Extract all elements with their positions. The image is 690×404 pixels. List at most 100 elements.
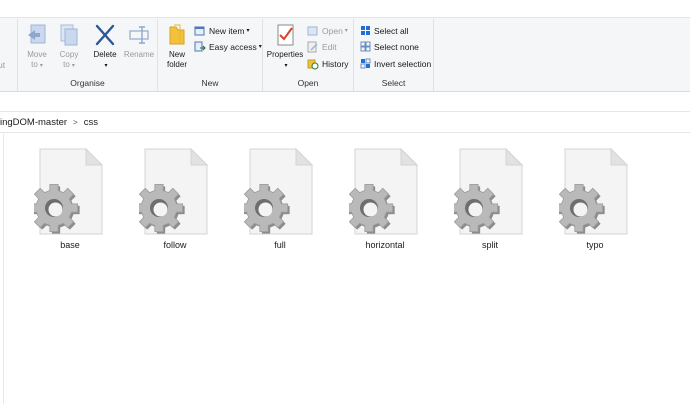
copy-to-button[interactable]: Copy to ▾ (54, 23, 84, 71)
ribbon-tabs-strip (0, 0, 690, 18)
new-folder-icon (169, 24, 185, 45)
page-fold (610, 148, 629, 166)
rename-button[interactable]: Rename (122, 23, 156, 60)
organise-group: Move to▾ Copy to▾ Delete ▾ Rename Orga (18, 19, 158, 91)
file-item[interactable]: follow (125, 148, 225, 258)
edit-label: Edit (322, 41, 337, 52)
copy-to-label-2: to (63, 60, 70, 69)
address-bar[interactable]: ingDOM-master > css (0, 111, 690, 133)
select-all-icon (361, 26, 370, 35)
file-name: base (60, 240, 80, 250)
gear-hole (573, 202, 588, 217)
new-folder-label-1: New (168, 50, 185, 59)
new-folder-button[interactable]: New folder (162, 23, 192, 70)
move-to-label-1: Move (27, 50, 47, 59)
breadcrumb-current[interactable]: css (81, 117, 101, 128)
css-file-icon (454, 148, 524, 235)
file-name: full (274, 240, 286, 250)
rename-icon (129, 26, 149, 44)
rename-label: Rename (123, 50, 155, 59)
edit-button[interactable]: Edit (307, 39, 337, 54)
chevron-down-icon: ▾ (258, 44, 262, 50)
gear-hole (153, 202, 168, 217)
page-fold (505, 148, 524, 166)
chevron-down-icon: ▾ (284, 63, 288, 69)
chevron-down-icon: ▾ (39, 63, 43, 69)
css-file-icon (34, 148, 104, 235)
new-group: New folder New item ▾ Easy access ▾ New (158, 19, 263, 91)
chevron-down-icon: ▾ (71, 63, 75, 69)
clipboard-group: ut (0, 19, 18, 91)
select-all-label: Select all (374, 25, 409, 36)
gear-hole (363, 202, 378, 217)
delete-label: Delete (93, 50, 117, 59)
easy-access-label: Easy access (209, 41, 257, 52)
file-item[interactable]: split (440, 148, 540, 258)
new-item-icon (194, 26, 205, 35)
chevron-right-icon[interactable]: > (70, 118, 81, 127)
delete-button[interactable]: Delete ▾ (88, 23, 122, 71)
page-fold (190, 148, 209, 166)
open-group-label: Open (297, 78, 319, 88)
select-none-button[interactable]: Select none (360, 39, 419, 54)
gear-hole (258, 202, 273, 217)
css-file-icon (349, 148, 419, 235)
file-item[interactable]: horizontal (335, 148, 435, 258)
history-icon (307, 59, 319, 69)
chevron-down-icon: ▾ (344, 28, 348, 34)
file-item[interactable]: full (230, 148, 330, 258)
new-item-button[interactable]: New item ▾ (194, 23, 249, 38)
file-name: typo (586, 240, 604, 250)
new-item-label: New item (209, 25, 245, 36)
page-fold (295, 148, 314, 166)
page-fold (400, 148, 419, 166)
easy-access-icon (194, 41, 206, 51)
move-to-icon (28, 24, 46, 44)
invert-selection-button[interactable]: Invert selection (360, 56, 431, 71)
select-none-label: Select none (374, 41, 419, 52)
css-file-icon (139, 148, 209, 235)
file-name: horizontal (365, 240, 405, 250)
open-button[interactable]: Open ▾ (307, 23, 348, 38)
move-to-button[interactable]: Move to ▾ (22, 23, 52, 71)
open-label: Open (322, 25, 343, 36)
gear-hole (468, 202, 483, 217)
edit-icon (307, 41, 318, 52)
move-to-label-2: to (31, 60, 38, 69)
gear-hole (48, 202, 63, 217)
select-all-button[interactable]: Select all (360, 23, 409, 38)
history-label: History (322, 58, 349, 69)
properties-label: Properties (266, 50, 304, 59)
open-group: Properties ▾ Open ▾ Edit History Open (263, 19, 354, 91)
invert-selection-icon (360, 58, 371, 69)
css-file-icon (559, 148, 629, 235)
breadcrumb-parent[interactable]: ingDOM-master (0, 117, 70, 128)
open-icon (307, 26, 318, 35)
page-fold (85, 148, 104, 166)
file-item[interactable]: typo (545, 148, 645, 258)
copy-to-label-1: Copy (59, 50, 79, 59)
css-file-icon (244, 148, 314, 235)
delete-icon (95, 24, 115, 46)
cut-label: ut (0, 59, 6, 70)
select-group: Select all Select none Invert selection … (354, 19, 434, 91)
file-item[interactable]: base (20, 148, 120, 258)
chevron-down-icon: ▾ (246, 28, 250, 34)
organise-group-label: Organise (70, 78, 105, 88)
new-group-label: New (201, 78, 219, 88)
select-group-label: Select (381, 78, 406, 88)
new-folder-label-2: folder (166, 60, 187, 69)
cut-button[interactable]: ut (0, 57, 5, 72)
invert-selection-label: Invert selection (374, 58, 432, 69)
file-view[interactable]: base follow full horizontal split typo (0, 134, 690, 404)
chevron-down-icon: ▾ (104, 63, 108, 69)
easy-access-button[interactable]: Easy access ▾ (194, 39, 262, 54)
properties-button[interactable]: Properties ▾ (265, 23, 305, 71)
ribbon: ut Move to ▾ Copy to ▾ Delete ▾ Rename O… (0, 0, 690, 92)
properties-icon (277, 24, 294, 46)
history-button[interactable]: History (307, 56, 348, 71)
select-none-icon (360, 41, 371, 52)
file-name: follow (163, 240, 187, 250)
copy-to-icon (60, 24, 78, 46)
file-name: split (481, 240, 498, 250)
